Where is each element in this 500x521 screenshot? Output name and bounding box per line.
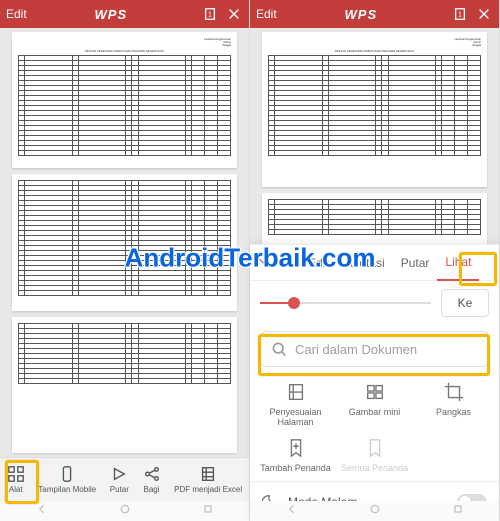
pdf-page	[12, 317, 237, 453]
tool-excel[interactable]: PDF menjadi Excel	[174, 465, 242, 494]
recents-icon[interactable]	[202, 502, 214, 520]
android-nav-bar	[250, 501, 499, 521]
close-icon[interactable]	[225, 5, 243, 23]
btn-gambar-mini[interactable]: Gambar mini	[335, 381, 414, 427]
page-indicator-icon[interactable]: 1	[201, 5, 219, 23]
sheet-tabs: s Edit Anotasi Putar Lihat	[250, 245, 499, 281]
tab-s[interactable]: s	[278, 256, 300, 270]
search-placeholder: Cari dalam Dokumen	[295, 342, 417, 357]
tool-label: Tampilan Mobile	[38, 485, 96, 494]
tool-label: PDF menjadi Excel	[174, 485, 242, 494]
page-indicator-icon[interactable]: 1	[451, 5, 469, 23]
tab-anotasi[interactable]: Anotasi	[337, 256, 393, 270]
svg-text:1: 1	[208, 12, 212, 19]
tool-bagi[interactable]: Bagi	[143, 465, 161, 494]
pdf-page	[262, 193, 487, 251]
home-icon[interactable]	[119, 502, 131, 520]
btn-penyesuaian[interactable]: Penyesuaian Halaman	[256, 381, 335, 427]
document-viewport[interactable]: Lampiran PengumumanNomorTanggal RINCIAN …	[0, 28, 249, 457]
pdf-page	[12, 174, 237, 310]
bottom-toolbar: Alat Tampilan Mobile Putar Bagi PDF menj…	[0, 457, 249, 501]
btn-semua-penanda: Semua Penanda	[335, 437, 414, 473]
search-in-document[interactable]: Cari dalam Dokumen	[260, 331, 489, 367]
bottom-sheet: s Edit Anotasi Putar Lihat Ke Cari dalam…	[250, 244, 499, 521]
android-nav-bar	[0, 501, 249, 521]
tool-label: Putar	[110, 485, 129, 494]
wps-logo: WPS	[277, 7, 445, 22]
ke-button[interactable]: Ke	[441, 289, 489, 317]
home-icon[interactable]	[369, 502, 381, 520]
tool-putar[interactable]: Putar	[110, 465, 129, 494]
app-header: Edit WPS 1	[250, 0, 499, 28]
wps-logo: WPS	[27, 7, 195, 22]
tab-edit[interactable]: Edit	[300, 256, 337, 270]
app-header: Edit WPS 1	[0, 0, 249, 28]
tab-lihat[interactable]: Lihat	[437, 245, 479, 281]
edit-button[interactable]: Edit	[6, 7, 27, 21]
tool-label: Bagi	[144, 485, 160, 494]
edit-button[interactable]: Edit	[256, 7, 277, 21]
btn-tambah-penanda[interactable]: Tambah Penanda	[256, 437, 335, 473]
right-screen: Edit WPS 1 Lampiran PengumumanNomorTangg…	[250, 0, 500, 521]
back-icon[interactable]	[286, 502, 298, 520]
pdf-page: Lampiran PengumumanNomorTanggal RINCIAN …	[12, 32, 237, 168]
tab-putar[interactable]: Putar	[393, 256, 438, 270]
view-tools-grid: Penyesuaian Halaman Gambar mini Pangkas …	[250, 377, 499, 481]
tool-tampilan[interactable]: Tampilan Mobile	[38, 465, 96, 494]
search-icon	[271, 341, 287, 357]
btn-pangkas[interactable]: Pangkas	[414, 381, 493, 427]
back-icon[interactable]	[36, 502, 48, 520]
tool-alat[interactable]: Alat	[7, 465, 25, 494]
tool-label: Alat	[9, 485, 23, 494]
grid-empty	[414, 437, 493, 473]
collapse-icon[interactable]	[250, 254, 278, 271]
recents-icon[interactable]	[452, 502, 464, 520]
brightness-slider[interactable]	[260, 302, 431, 304]
svg-text:1: 1	[458, 12, 462, 19]
pdf-page: Lampiran PengumumanNomorTanggal RINCIAN …	[262, 32, 487, 187]
close-icon[interactable]	[475, 5, 493, 23]
brightness-row: Ke	[250, 281, 499, 325]
left-screen: Edit WPS 1 Lampiran PengumumanNomorTangg…	[0, 0, 250, 521]
